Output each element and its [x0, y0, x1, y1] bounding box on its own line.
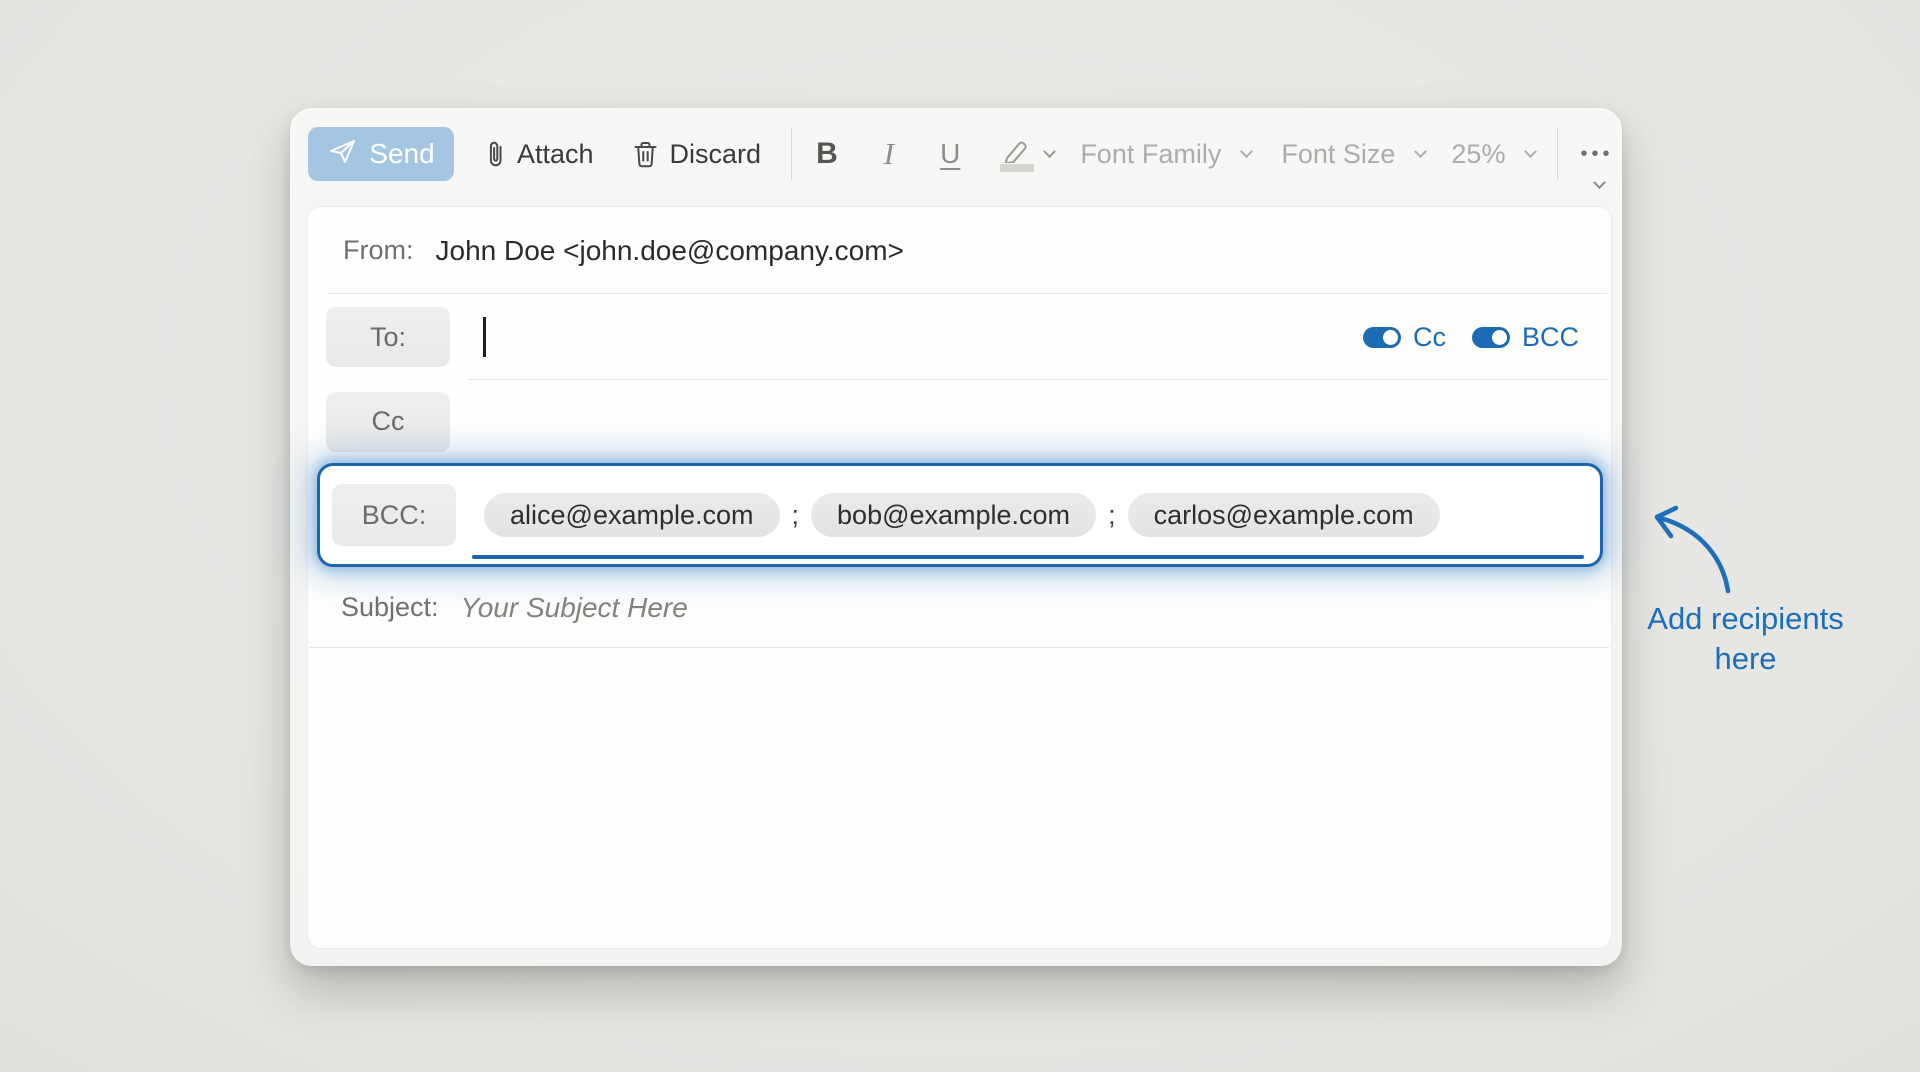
subject-row[interactable]: Subject: Your Subject Here: [308, 567, 1611, 648]
from-value: John Doe <john.doe@company.com>: [436, 235, 904, 267]
recipient-pill[interactable]: alice@example.com: [484, 493, 780, 537]
font-size-label: Font Size: [1281, 139, 1395, 170]
subject-label: Subject:: [341, 592, 439, 623]
annotation: Add recipients here: [1628, 495, 1878, 678]
bcc-toggle-label: BCC: [1522, 322, 1579, 353]
send-button[interactable]: Send: [308, 127, 454, 181]
discard-button-label: Discard: [670, 139, 762, 170]
trash-icon: [632, 139, 659, 170]
font-size-dropdown[interactable]: Font Size: [1281, 139, 1425, 170]
chevron-down-icon: [1043, 145, 1056, 158]
cc-chip-button[interactable]: Cc: [326, 392, 450, 452]
to-row[interactable]: To: Cc BCC: [308, 294, 1611, 380]
cc-toggle[interactable]: [1363, 327, 1401, 348]
discard-button[interactable]: Discard: [632, 139, 762, 170]
from-row: From: John Doe <john.doe@company.com>: [308, 207, 1611, 294]
recipient-separator: ;: [792, 500, 800, 531]
bcc-field-highlighted[interactable]: BCC: alice@example.com; bob@example.com; c…: [317, 463, 1603, 567]
toolbar-divider: [791, 128, 792, 180]
text-cursor: [483, 317, 486, 357]
cc-toggle-label: Cc: [1413, 322, 1446, 353]
chevron-down-icon: [1240, 145, 1253, 158]
annotation-line2: here: [1714, 641, 1776, 676]
paper-plane-icon: [327, 136, 357, 173]
annotation-line1: Add recipients: [1647, 601, 1843, 636]
underline-button[interactable]: U: [940, 138, 960, 170]
highlight-color-button[interactable]: [1000, 137, 1054, 172]
overflow-menu-button[interactable]: •••: [1580, 143, 1613, 166]
bcc-input-underline: [472, 555, 1584, 559]
message-body[interactable]: [308, 648, 1611, 948]
message-panel: From: John Doe <john.doe@company.com> To…: [307, 206, 1612, 949]
subject-input[interactable]: Your Subject Here: [461, 592, 688, 624]
from-label: From:: [343, 235, 414, 266]
zoom-value: 25%: [1451, 139, 1505, 170]
recipient-pill[interactable]: carlos@example.com: [1128, 493, 1440, 537]
toolbar-collapse-chevron-icon[interactable]: [1593, 176, 1606, 189]
chevron-down-icon: [1525, 145, 1538, 158]
attach-button[interactable]: Attach: [484, 138, 594, 170]
bcc-toggle[interactable]: [1472, 327, 1510, 348]
bcc-chip-button[interactable]: BCC:: [332, 484, 456, 546]
chevron-down-icon: [1415, 145, 1428, 158]
recipient-toggles: Cc BCC: [1363, 322, 1579, 353]
to-chip-button[interactable]: To:: [326, 307, 450, 367]
zoom-dropdown[interactable]: 25%: [1451, 139, 1535, 170]
recipient-pill[interactable]: bob@example.com: [811, 493, 1096, 537]
pencil-icon: [1000, 137, 1034, 172]
italic-button[interactable]: I: [884, 136, 894, 172]
curved-arrow-icon: [1636, 495, 1746, 597]
annotation-text: Add recipients here: [1628, 599, 1863, 678]
bold-button[interactable]: B: [816, 137, 838, 171]
font-family-dropdown[interactable]: Font Family: [1080, 139, 1251, 170]
toolbar-divider: [1557, 128, 1558, 180]
cc-row[interactable]: Cc: [308, 380, 1611, 463]
recipient-separator: ;: [1108, 500, 1116, 531]
compose-toolbar: Send Attach Discard B I U: [290, 108, 1622, 200]
email-compose-window: Send Attach Discard B I U: [290, 108, 1622, 966]
send-button-label: Send: [369, 138, 434, 170]
bcc-recipients: alice@example.com; bob@example.com; carlos…: [484, 493, 1440, 537]
toggle-knob: [1492, 330, 1507, 345]
paperclip-icon: [484, 138, 506, 170]
font-family-label: Font Family: [1080, 139, 1221, 170]
toggle-knob: [1383, 330, 1398, 345]
attach-button-label: Attach: [517, 139, 594, 170]
highlight-color-swatch: [1000, 164, 1034, 172]
